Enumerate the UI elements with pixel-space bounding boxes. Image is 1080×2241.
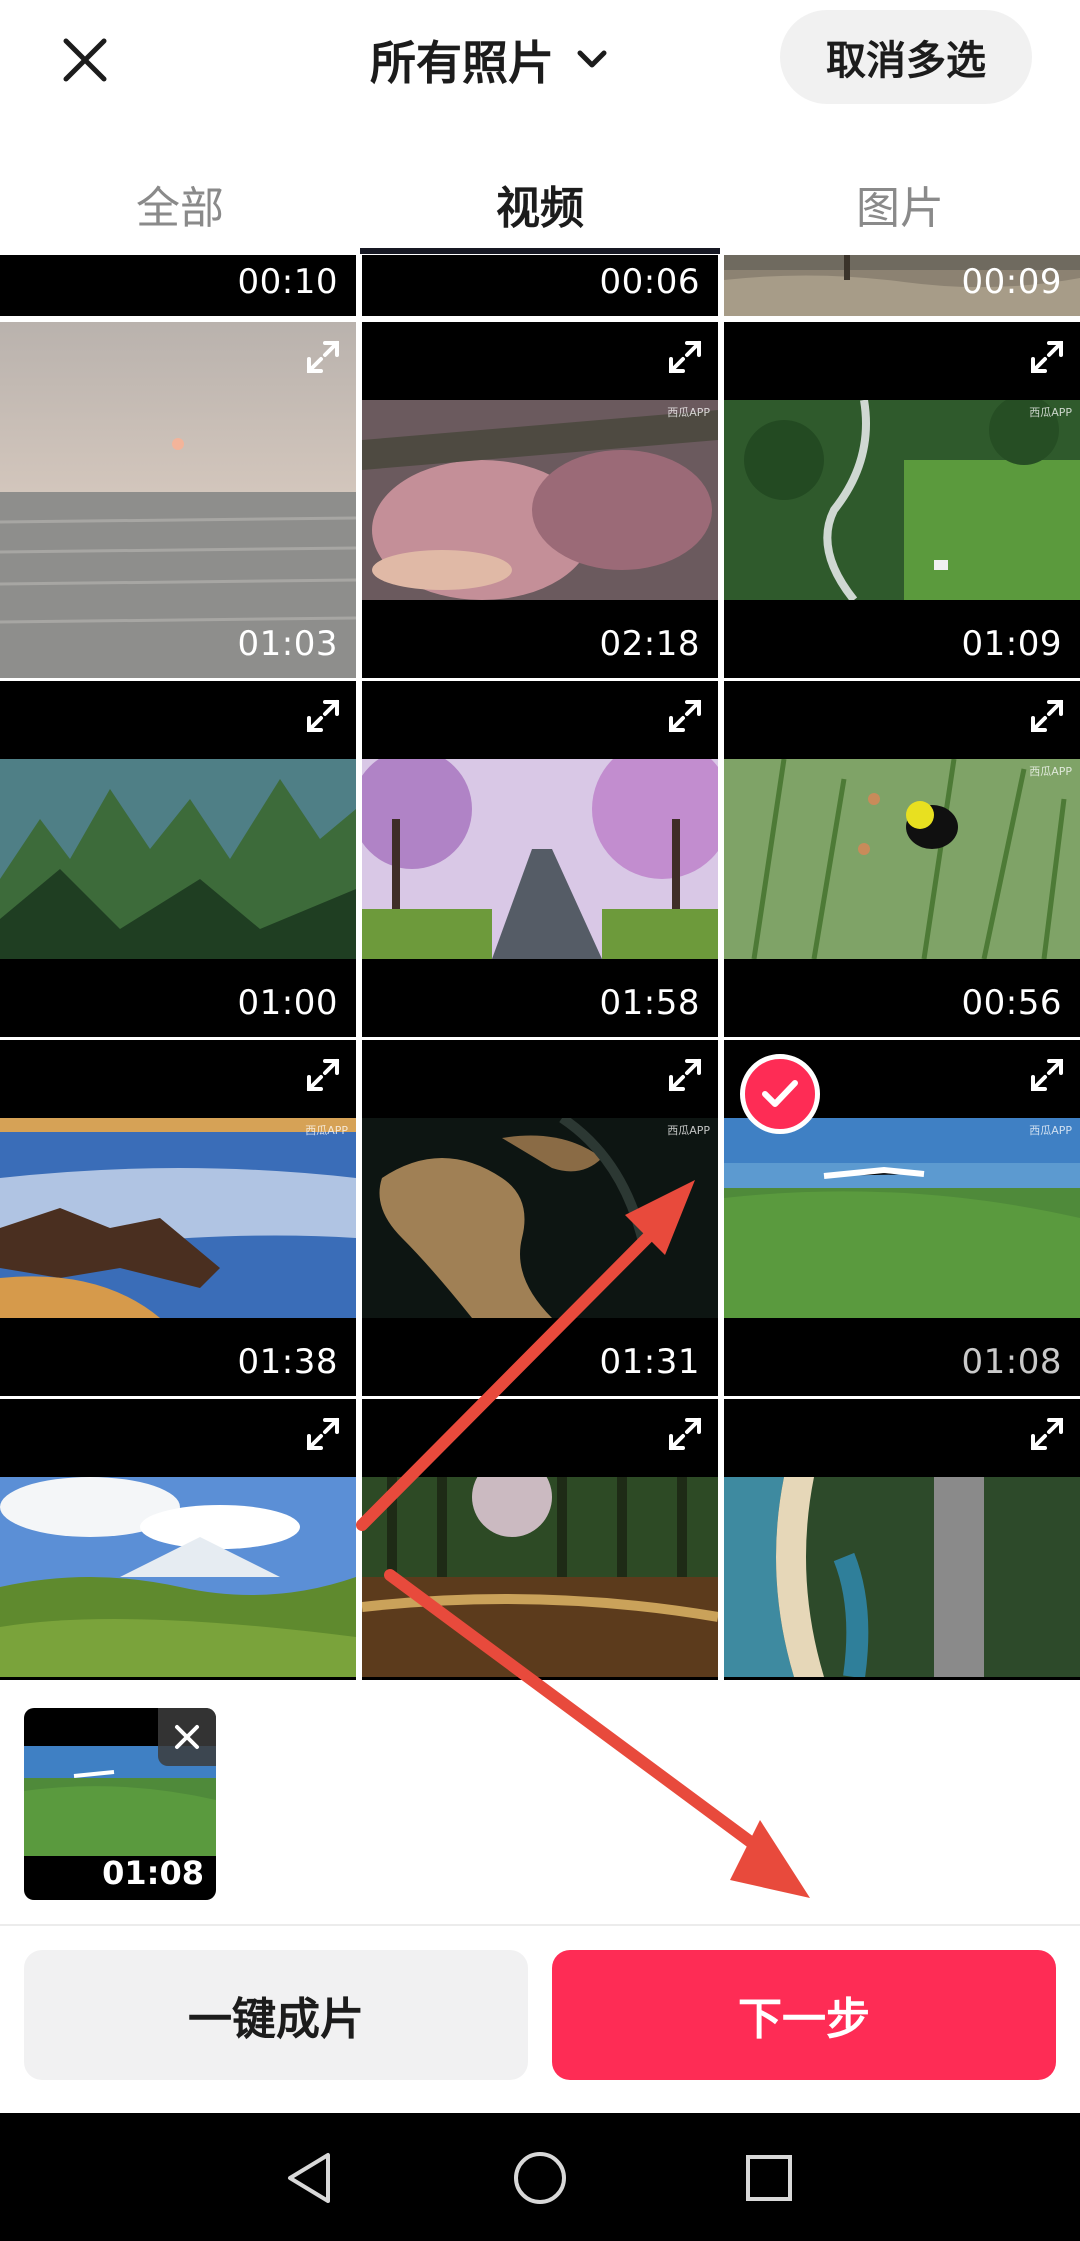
cancel-multiselect-button[interactable]: 取消多选: [780, 10, 1032, 104]
thumbnail-image: [724, 1477, 1080, 1677]
nav-recents-button[interactable]: [724, 2133, 814, 2223]
duration-label: 00:10: [237, 262, 338, 302]
close-button[interactable]: [50, 25, 120, 95]
expand-icon: [669, 700, 701, 732]
selected-item[interactable]: 01:08: [24, 1708, 216, 1900]
preview-button[interactable]: [298, 691, 348, 741]
nav-home-button[interactable]: [495, 2133, 585, 2223]
video-thumbnail[interactable]: [362, 1399, 718, 1680]
back-triangle-icon: [288, 2153, 330, 2203]
expand-icon: [669, 1059, 701, 1091]
video-thumbnail[interactable]: 00:10: [0, 255, 356, 316]
preview-button[interactable]: [298, 332, 348, 382]
thumbnail-image: [362, 759, 718, 959]
watermark: 西瓜APP: [667, 1124, 710, 1137]
selected-tray: 01:08: [0, 1680, 1080, 1925]
video-thumbnail[interactable]: 西瓜APP 01:09: [724, 322, 1080, 678]
preview-button[interactable]: [660, 691, 710, 741]
duration-label: 01:38: [237, 1342, 338, 1382]
thumbnail-image: [724, 400, 1080, 600]
video-thumbnail[interactable]: 01:00: [0, 681, 356, 1037]
video-thumbnail[interactable]: [0, 1399, 356, 1680]
top-bar: 所有照片 取消多选: [0, 0, 1080, 120]
chevron-down-icon: [577, 50, 607, 68]
system-nav-bar: [0, 2113, 1080, 2241]
close-icon: [63, 38, 107, 82]
preview-button[interactable]: [1022, 691, 1072, 741]
expand-icon: [1031, 700, 1063, 732]
video-thumbnail[interactable]: 西瓜APP 00:56: [724, 681, 1080, 1037]
watermark: 西瓜APP: [1029, 406, 1072, 419]
video-thumbnail[interactable]: 西瓜APP 02:18: [362, 322, 718, 678]
video-thumbnail[interactable]: 01:58: [362, 681, 718, 1037]
watermark: 西瓜APP: [1029, 765, 1072, 778]
watermark: 西瓜APP: [667, 406, 710, 419]
video-thumbnail[interactable]: 00:06: [362, 255, 718, 316]
thumbnail-image: [0, 759, 356, 959]
duration-label: 02:18: [599, 624, 700, 664]
expand-icon: [1031, 341, 1063, 373]
watermark: 西瓜APP: [305, 1124, 348, 1137]
thumbnail-image: [362, 1477, 718, 1677]
video-thumbnail[interactable]: 00:09: [724, 255, 1080, 316]
video-thumbnail[interactable]: 01:03: [0, 322, 356, 678]
one-click-video-button[interactable]: 一键成片: [24, 1950, 528, 2080]
expand-icon: [307, 341, 339, 373]
expand-icon: [307, 1418, 339, 1450]
home-circle-icon: [514, 2152, 566, 2204]
preview-button[interactable]: [660, 1409, 710, 1459]
tab-videos[interactable]: 视频: [360, 140, 720, 255]
tab-indicator: [360, 248, 720, 254]
thumbnail-image: [0, 1118, 356, 1318]
expand-icon: [1031, 1059, 1063, 1091]
thumbnail-image: [724, 1118, 1080, 1318]
duration-label: 00:56: [961, 983, 1062, 1023]
thumbnail-image: [724, 759, 1080, 959]
preview-button[interactable]: [660, 332, 710, 382]
remove-selected-button[interactable]: [158, 1708, 216, 1766]
recents-square-icon: [746, 2155, 792, 2201]
page-title: 所有照片: [370, 36, 554, 90]
media-grid[interactable]: 00:10 00:06 00:09 01:03 西瓜APP 02:18 西瓜AP…: [0, 255, 1080, 1680]
divider: [0, 1924, 1080, 1926]
selected-checkmark[interactable]: [740, 1054, 820, 1134]
duration-label: 01:31: [599, 1342, 700, 1382]
expand-icon: [307, 700, 339, 732]
duration-label: 01:58: [599, 983, 700, 1023]
expand-icon: [307, 1059, 339, 1091]
duration-label: 00:06: [599, 262, 700, 302]
video-thumbnail[interactable]: 西瓜APP 01:31: [362, 1040, 718, 1396]
video-thumbnail[interactable]: 西瓜APP 01:38: [0, 1040, 356, 1396]
preview-button[interactable]: [660, 1050, 710, 1100]
thumbnail-image: [0, 1477, 356, 1677]
album-selector[interactable]: 所有照片: [370, 20, 608, 100]
video-thumbnail-selected[interactable]: 西瓜APP 01:08: [724, 1040, 1080, 1396]
preview-button[interactable]: [298, 1409, 348, 1459]
duration-label: 01:08: [102, 1854, 204, 1892]
preview-button[interactable]: [1022, 1050, 1072, 1100]
checkmark-icon: [762, 1080, 798, 1107]
media-tabs: 全部 视频 图片: [0, 140, 1080, 255]
thumbnail-image: [362, 400, 718, 600]
tab-all[interactable]: 全部: [0, 140, 360, 255]
duration-label: 01:00: [237, 983, 338, 1023]
duration-label: 01:08: [961, 1342, 1062, 1382]
thumbnail-image: [362, 1118, 718, 1318]
close-icon: [175, 1725, 199, 1749]
expand-icon: [669, 341, 701, 373]
expand-icon: [1031, 1418, 1063, 1450]
tab-images[interactable]: 图片: [720, 140, 1080, 255]
expand-icon: [669, 1418, 701, 1450]
video-thumbnail[interactable]: [724, 1399, 1080, 1680]
watermark: 西瓜APP: [1029, 1124, 1072, 1137]
duration-label: 01:09: [961, 624, 1062, 664]
next-step-button[interactable]: 下一步: [552, 1950, 1056, 2080]
preview-button[interactable]: [1022, 1409, 1072, 1459]
preview-button[interactable]: [298, 1050, 348, 1100]
nav-back-button[interactable]: [264, 2133, 354, 2223]
preview-button[interactable]: [1022, 332, 1072, 382]
duration-label: 00:09: [961, 262, 1062, 302]
duration-label: 01:03: [237, 624, 338, 664]
